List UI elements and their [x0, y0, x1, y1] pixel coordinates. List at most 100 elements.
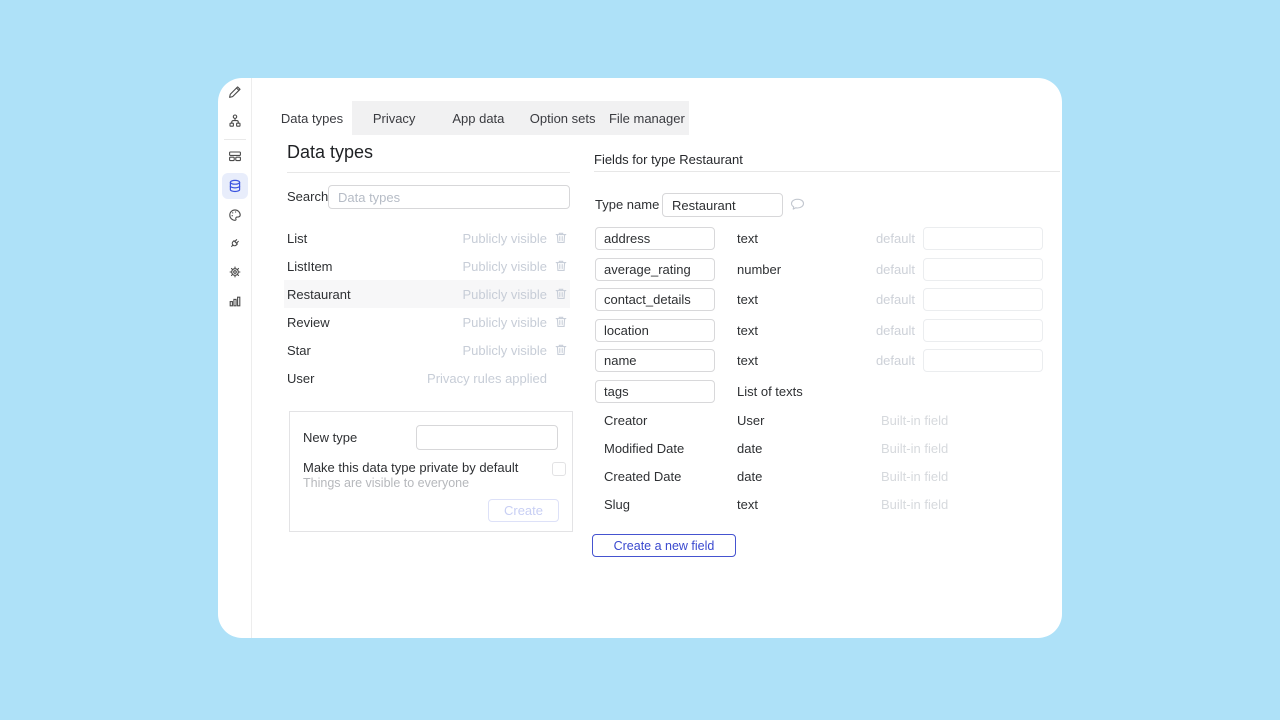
builtin-field-name: Slug: [604, 491, 630, 519]
search-input[interactable]: [328, 185, 570, 209]
builtin-field-type: date: [737, 463, 762, 491]
field-row: List of texts: [595, 380, 1055, 403]
data-type-list: ListPublicly visibleListItemPublicly vis…: [284, 224, 570, 392]
field-type-label: text: [737, 319, 758, 342]
tab-data-types[interactable]: Data types: [272, 101, 352, 135]
private-by-default-label: Make this data type private by default: [303, 460, 518, 475]
type-name-label: Type name: [595, 193, 659, 217]
field-type-label: number: [737, 258, 781, 281]
field-name-input[interactable]: [595, 380, 715, 403]
default-label: default: [835, 288, 915, 311]
field-type-label: List of texts: [737, 380, 803, 403]
create-type-button[interactable]: Create: [488, 499, 559, 522]
field-type-label: text: [737, 227, 758, 250]
data-type-name: List: [287, 231, 462, 246]
page-title: Data types: [287, 142, 373, 163]
default-label: default: [835, 227, 915, 250]
builtin-field-row: Creator User Built-in field: [595, 407, 1055, 435]
fields-header: Fields for type Restaurant: [594, 152, 743, 167]
builtin-field-tag: Built-in field: [881, 435, 948, 463]
data-type-status: Publicly visible: [462, 315, 547, 330]
palette-icon[interactable]: [227, 207, 243, 223]
builtin-field-type: date: [737, 435, 762, 463]
data-type-row[interactable]: StarPublicly visible: [284, 336, 570, 364]
data-type-status: Publicly visible: [462, 343, 547, 358]
default-label: default: [835, 258, 915, 281]
data-type-row[interactable]: ListPublicly visible: [284, 224, 570, 252]
builtin-field-tag: Built-in field: [881, 463, 948, 491]
sidebar: [218, 78, 252, 638]
create-new-field-button[interactable]: Create a new field: [592, 534, 736, 557]
trash-icon[interactable]: [554, 259, 568, 273]
fields-list: text default number default text default text d…: [595, 227, 1055, 410]
default-label: default: [835, 349, 915, 372]
field-name-input[interactable]: [595, 288, 715, 311]
data-type-row[interactable]: ListItemPublicly visible: [284, 252, 570, 280]
field-default-input[interactable]: [923, 349, 1043, 372]
trash-icon[interactable]: [554, 343, 568, 357]
gear-icon[interactable]: [227, 264, 243, 280]
new-type-box: New type Make this data type private by …: [289, 411, 573, 532]
data-type-name: Review: [287, 315, 462, 330]
sidebar-divider: [224, 139, 246, 140]
field-default-input[interactable]: [923, 288, 1043, 311]
plug-icon[interactable]: [227, 235, 243, 251]
type-name-input[interactable]: [662, 193, 783, 217]
sidebar-item-data-selected[interactable]: [222, 173, 248, 199]
builtin-field-row: Modified Date date Built-in field: [595, 435, 1055, 463]
builtin-field-tag: Built-in field: [881, 407, 948, 435]
field-default-input[interactable]: [923, 227, 1043, 250]
builtin-field-name: Modified Date: [604, 435, 684, 463]
trash-icon[interactable]: [554, 287, 568, 301]
right-panel-divider: [594, 171, 1060, 172]
data-type-status: Publicly visible: [462, 259, 547, 274]
trash-icon[interactable]: [554, 231, 568, 245]
field-default-input[interactable]: [923, 319, 1043, 342]
field-row: number default: [595, 258, 1055, 281]
data-type-row[interactable]: ReviewPublicly visible: [284, 308, 570, 336]
page-background: Data typesPrivacyApp dataOption setsFile…: [0, 0, 1280, 720]
field-row: text default: [595, 227, 1055, 250]
field-row: text default: [595, 349, 1055, 372]
comment-bubble-icon[interactable]: [789, 196, 806, 213]
search-label: Search: [287, 185, 328, 209]
field-row: text default: [595, 319, 1055, 342]
trash-icon[interactable]: [554, 315, 568, 329]
tab-bar: Data typesPrivacyApp dataOption setsFile…: [272, 101, 689, 135]
private-hint: Things are visible to everyone: [303, 476, 469, 490]
data-type-row[interactable]: UserPrivacy rules applied: [284, 364, 570, 392]
data-type-name: Restaurant: [287, 287, 462, 302]
data-type-status: Publicly visible: [462, 287, 547, 302]
layout-icon[interactable]: [227, 148, 243, 164]
new-type-label: New type: [303, 425, 357, 450]
field-name-input[interactable]: [595, 349, 715, 372]
builtin-field-row: Created DatedateBuilt-in field: [595, 463, 1055, 491]
field-name-input[interactable]: [595, 319, 715, 342]
chart-icon[interactable]: [227, 293, 243, 309]
field-default-input[interactable]: [923, 258, 1043, 281]
data-type-name: User: [287, 371, 427, 386]
builtin-field-type: User: [737, 407, 764, 435]
data-type-status: Publicly visible: [462, 231, 547, 246]
private-checkbox[interactable]: [552, 462, 566, 476]
tab-privacy[interactable]: Privacy: [352, 101, 436, 135]
default-label: default: [835, 319, 915, 342]
field-type-label: text: [737, 349, 758, 372]
pencil-icon[interactable]: [227, 84, 243, 100]
data-type-row[interactable]: RestaurantPublicly visible: [284, 280, 570, 308]
builtin-field-tag: Built-in field: [881, 491, 948, 519]
new-type-input[interactable]: [416, 425, 558, 450]
builtin-field-row: SlugtextBuilt-in field: [595, 491, 1055, 519]
tab-option-sets[interactable]: Option sets: [521, 101, 605, 135]
tab-file-manager[interactable]: File manager: [605, 101, 689, 135]
editor-card: Data typesPrivacyApp dataOption setsFile…: [218, 78, 1062, 638]
tab-app-data[interactable]: App data: [436, 101, 520, 135]
field-type-label: text: [737, 288, 758, 311]
sitemap-icon[interactable]: [227, 113, 243, 129]
field-name-input[interactable]: [595, 227, 715, 250]
database-icon: [227, 178, 243, 194]
data-type-status: Privacy rules applied: [427, 371, 547, 386]
field-name-input[interactable]: [595, 258, 715, 281]
builtin-field-name: Creator: [604, 407, 647, 435]
data-type-name: Star: [287, 343, 462, 358]
